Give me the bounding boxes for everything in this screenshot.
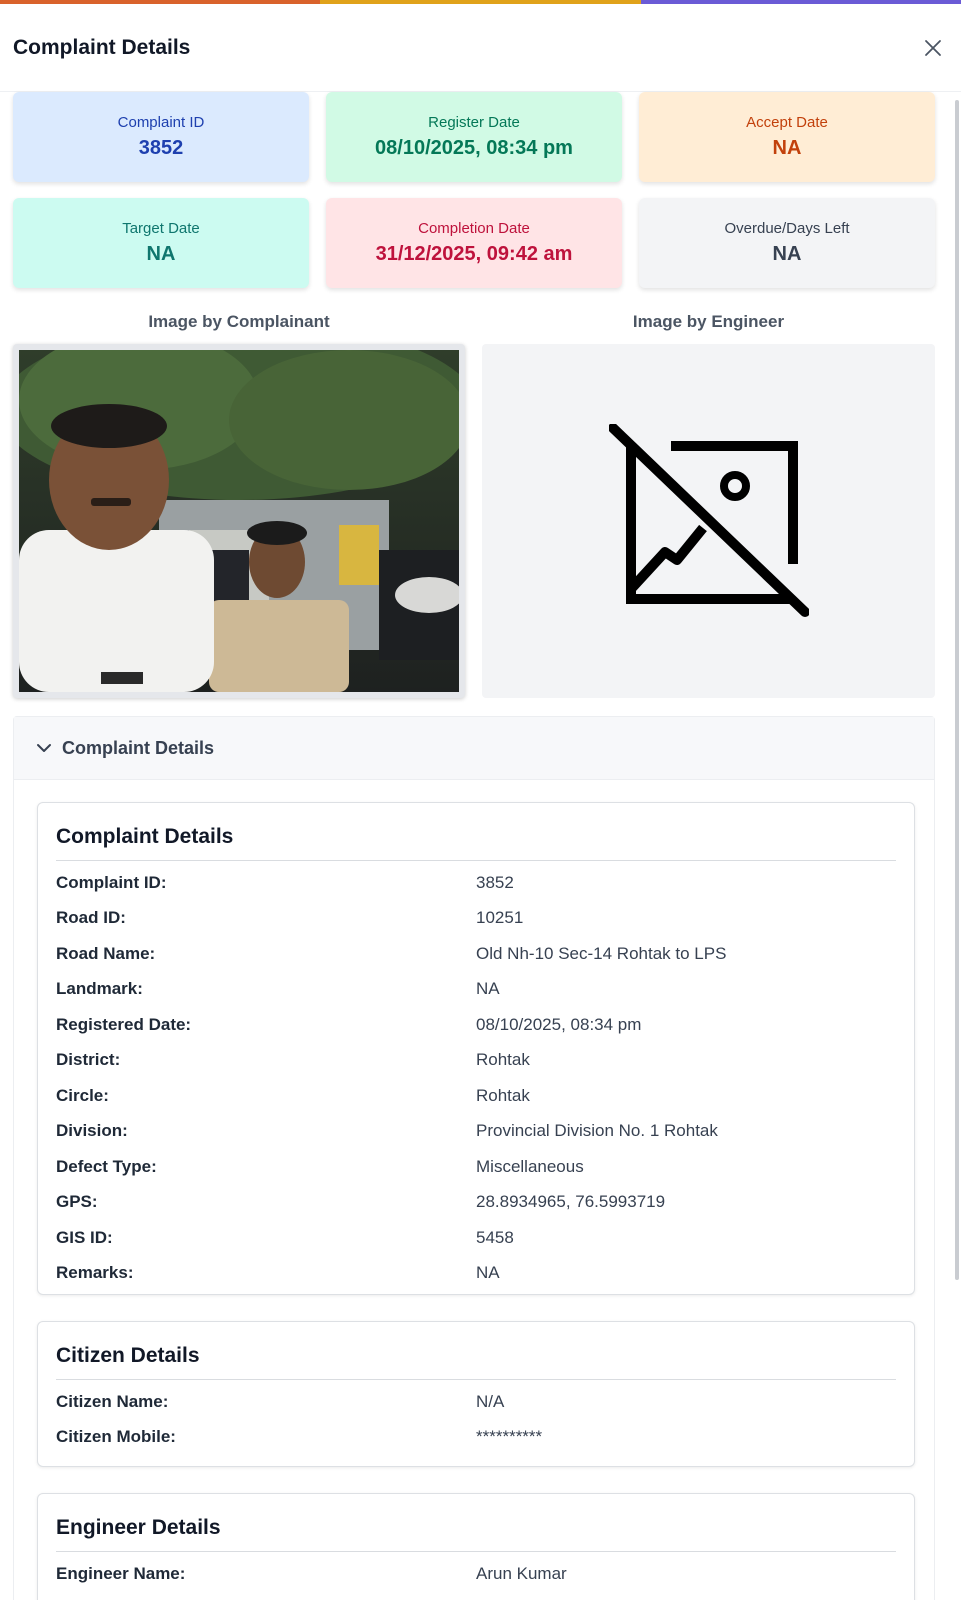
- detail-key: District:: [56, 1050, 121, 1070]
- image-titles: Image by Complainant Image by Engineer: [13, 312, 935, 332]
- stats-grid: Complaint ID 3852 Register Date 08/10/2025,…: [13, 92, 935, 288]
- stat-value: 31/12/2025, 09:42 am: [375, 243, 573, 265]
- accordion-toggle[interactable]: Complaint Details: [14, 717, 934, 780]
- stat-label: Target Date: [122, 220, 200, 237]
- detail-key: Engineer Name:: [56, 1563, 186, 1583]
- engineer-details-card: Engineer Details Engineer Name: Arun Kuma…: [37, 1493, 915, 1600]
- detail-value: Rohtak: [476, 1085, 530, 1105]
- close-button[interactable]: [919, 34, 947, 62]
- detail-row: Registered Date: 08/10/2025, 08:34 pm: [56, 1007, 896, 1043]
- section-heading: Engineer Details: [56, 1494, 896, 1552]
- stat-value: 08/10/2025, 08:34 pm: [375, 137, 573, 159]
- detail-row: Circle: Rohtak: [56, 1078, 896, 1114]
- detail-key: Registered Date:: [56, 1014, 192, 1034]
- accordion-label: Complaint Details: [62, 737, 215, 758]
- detail-key: Landmark:: [56, 979, 143, 999]
- detail-row: Road Name: Old Nh-10 Sec-14 Rohtak to LPS: [56, 936, 896, 972]
- detail-row: Remarks: NA: [56, 1256, 896, 1292]
- stat-value: 3852: [138, 137, 184, 159]
- modal-scrollbar[interactable]: [955, 100, 959, 1280]
- detail-row: Engineer Name: Arun Kumar: [56, 1556, 896, 1592]
- stat-card: Complaint ID 3852: [13, 92, 309, 182]
- detail-value: 28.8934965, 76.5993719: [476, 1192, 666, 1212]
- stat-value: NA: [772, 137, 802, 159]
- detail-value: Provincial Division No. 1 Rohtak: [476, 1121, 718, 1141]
- stat-card: Register Date 08/10/2025, 08:34 pm: [326, 92, 622, 182]
- detail-key: GIS ID:: [56, 1227, 113, 1247]
- engineer-image-placeholder: [482, 344, 935, 698]
- detail-key: Remarks:: [56, 1263, 134, 1283]
- detail-value: 3852: [476, 872, 514, 892]
- detail-key: Road Name:: [56, 943, 156, 963]
- detail-row: Road ID: 10251: [56, 901, 896, 937]
- detail-value: 5458: [476, 1227, 514, 1247]
- detail-row: Citizen Mobile: **********: [56, 1420, 896, 1456]
- citizen-details-card: Citizen Details Citizen Name: N/A Citizen …: [37, 1321, 915, 1467]
- stat-label: Register Date: [428, 114, 520, 131]
- detail-key: Defect Type:: [56, 1156, 157, 1176]
- stat-value: NA: [146, 243, 176, 265]
- modal-header: Complaint Details: [0, 4, 961, 92]
- detail-key: Division:: [56, 1121, 128, 1141]
- detail-key: GPS:: [56, 1192, 98, 1212]
- detail-row: Citizen Name: N/A: [56, 1384, 896, 1420]
- stat-label: Complaint ID: [117, 114, 205, 131]
- detail-row: Defect Type: Miscellaneous: [56, 1149, 896, 1185]
- stat-value: NA: [772, 243, 802, 265]
- close-icon: [925, 39, 941, 56]
- detail-value: Old Nh-10 Sec-14 Rohtak to LPS: [476, 943, 727, 963]
- detail-value: **********: [476, 1427, 543, 1447]
- detail-rows: Complaint ID: 3852 Road ID: 10251 Road Name:…: [56, 865, 896, 1291]
- detail-row: Complaint ID: 3852: [56, 865, 896, 901]
- stat-label: Completion Date: [418, 220, 530, 237]
- detail-key: Circle:: [56, 1085, 109, 1105]
- stat-card: Overdue/Days Left NA: [639, 198, 935, 288]
- detail-key: Road ID:: [56, 908, 126, 928]
- complainant-image-title: Image by Complainant: [148, 312, 330, 331]
- detail-key: Citizen Mobile:: [56, 1427, 176, 1447]
- detail-value: Arun Kumar: [476, 1563, 567, 1583]
- detail-rows: Engineer Name: Arun Kumar: [56, 1556, 896, 1592]
- detail-value: NA: [476, 979, 500, 999]
- complainant-photo: [19, 350, 459, 692]
- detail-row: GPS: 28.8934965, 76.5993719: [56, 1185, 896, 1221]
- detail-key: Citizen Name:: [56, 1391, 169, 1411]
- detail-value: Rohtak: [476, 1050, 530, 1070]
- detail-rows: Citizen Name: N/A Citizen Mobile: *********…: [56, 1384, 896, 1455]
- detail-row: GIS ID: 5458: [56, 1220, 896, 1256]
- complaint-details-accordion: Complaint Details Complaint Details Comp…: [13, 716, 935, 1600]
- image-off-icon: [608, 423, 809, 617]
- stat-card: Accept Date NA: [639, 92, 935, 182]
- detail-key: Complaint ID:: [56, 872, 167, 892]
- stat-card: Completion Date 31/12/2025, 09:42 am: [326, 198, 622, 288]
- detail-value: Miscellaneous: [476, 1156, 584, 1176]
- detail-value: 08/10/2025, 08:34 pm: [476, 1014, 642, 1034]
- detail-value: NA: [476, 1263, 500, 1283]
- detail-row: Division: Provincial Division No. 1 Rohta…: [56, 1114, 896, 1150]
- detail-value: 10251: [476, 908, 524, 928]
- complainant-image[interactable]: [13, 344, 465, 698]
- section-heading: Complaint Details: [56, 803, 896, 861]
- detail-row: District: Rohtak: [56, 1043, 896, 1079]
- stat-label: Overdue/Days Left: [724, 220, 850, 237]
- stat-card: Target Date NA: [13, 198, 309, 288]
- complaint-details-card: Complaint Details Complaint ID: 3852 Road …: [37, 802, 915, 1295]
- detail-value: N/A: [476, 1391, 505, 1411]
- complaint-details-modal: Complaint Details Complaint ID 3852 Regist…: [0, 4, 961, 1600]
- stat-label: Accept Date: [746, 114, 828, 131]
- engineer-image-title: Image by Engineer: [632, 312, 785, 331]
- modal-title: Complaint Details: [13, 35, 191, 59]
- section-heading: Citizen Details: [56, 1322, 896, 1380]
- detail-row: Landmark: NA: [56, 972, 896, 1008]
- chevron-down-icon: [37, 744, 51, 752]
